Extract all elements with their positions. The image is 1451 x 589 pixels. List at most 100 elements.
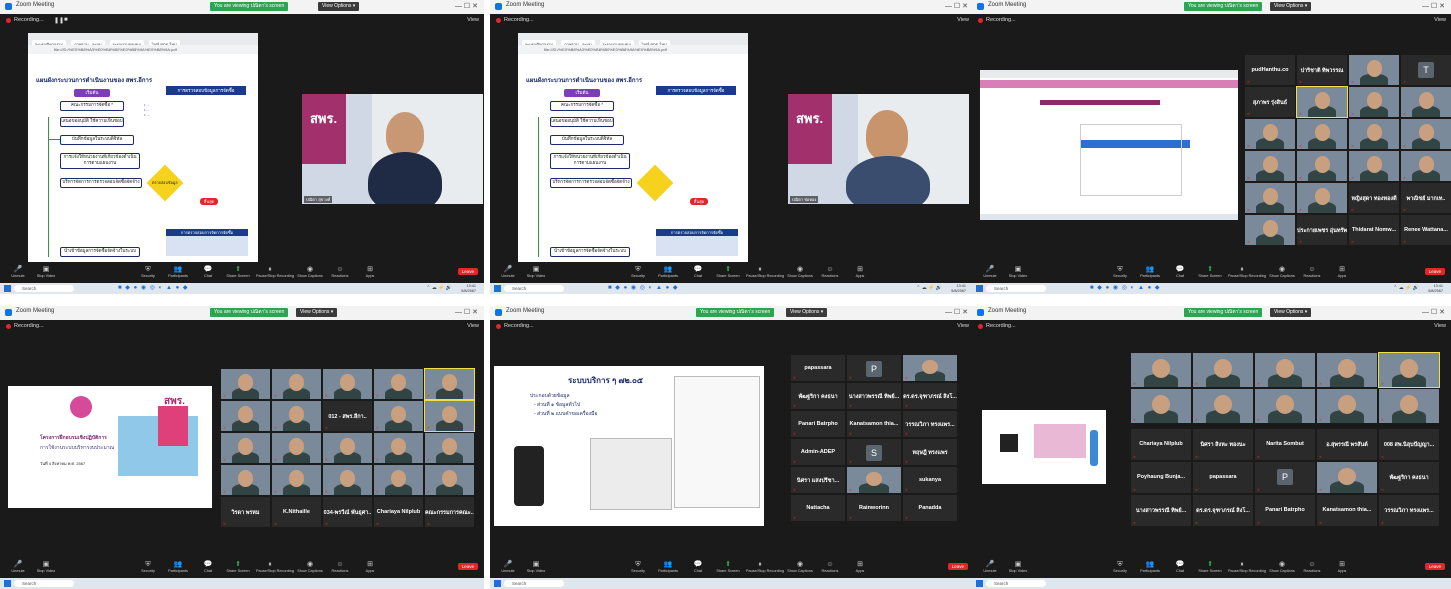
- participant-tile[interactable]: สุภาพร รุ่งสินธ์ ✕: [1244, 86, 1296, 118]
- participant-tile[interactable]: ✕: [1400, 150, 1451, 182]
- participant-tile[interactable]: ✕: [1254, 388, 1316, 424]
- participant-tile[interactable]: 034-พรวีณ์ พันธุศา.. ✕: [322, 496, 373, 528]
- participants-button[interactable]: 👥 Participants: [654, 560, 682, 574]
- participant-tile[interactable]: T ✕: [1400, 54, 1451, 86]
- participant-tile[interactable]: Nattacha ✕: [790, 494, 846, 522]
- windows-start-icon[interactable]: [494, 285, 501, 292]
- taskbar-search[interactable]: Search: [504, 285, 564, 292]
- taskbar-search[interactable]: Search: [14, 580, 74, 587]
- participant-tile[interactable]: ✕: [322, 368, 373, 400]
- captions-button[interactable]: ◉ Show Captions: [1268, 265, 1296, 279]
- participant-tile[interactable]: Kanatsamon thia... ✕: [846, 410, 902, 438]
- taskbar-apps[interactable]: ■ ◆ ● ◉ ◎ ◐ ▲ ● ◆: [608, 285, 678, 292]
- participant-tile[interactable]: ✕: [322, 432, 373, 464]
- participant-tile[interactable]: ✕: [1378, 388, 1440, 424]
- participant-tile[interactable]: Chariaya Nilplub ✕: [1130, 428, 1192, 461]
- participant-tile[interactable]: ✕: [1296, 118, 1348, 150]
- share-screen-button[interactable]: ⬆ Share Screen: [714, 560, 742, 574]
- reactions-button[interactable]: ☺ Reactions: [1298, 560, 1326, 574]
- captions-button[interactable]: ◉ Show Captions: [296, 560, 324, 574]
- apps-button[interactable]: ⊞ Apps: [356, 265, 384, 279]
- windows-start-icon[interactable]: [976, 285, 983, 292]
- reactions-button[interactable]: ☺ Reactions: [1298, 265, 1326, 279]
- participant-tile[interactable]: ✕: [373, 432, 424, 464]
- participant-tile[interactable]: ดร.ดร.จุฑาภรณ์ สิงโ... ✕: [1192, 494, 1254, 527]
- participant-tile[interactable]: ✕: [1316, 352, 1378, 388]
- participant-tile[interactable]: Panadda ✕: [902, 494, 958, 522]
- view-options-button[interactable]: View Options ▾: [318, 2, 360, 11]
- address-bar[interactable]: file:///D:/%E0%B8%A3%E0%B8%B0%E0%B8%9A%E…: [518, 45, 748, 54]
- participant-tile[interactable]: หญิงสุดา ทองทองดี ✕: [1348, 182, 1400, 214]
- share-screen-button[interactable]: ⬆ Share Screen: [1196, 560, 1224, 574]
- participant-tile[interactable]: sukanya ✕: [902, 466, 958, 494]
- captions-button[interactable]: ◉ Show Captions: [1268, 560, 1296, 574]
- participant-tile[interactable]: P ✕: [1254, 461, 1316, 494]
- participant-tile[interactable]: ✕: [220, 432, 271, 464]
- security-button[interactable]: ⛨ Security: [134, 265, 162, 279]
- leave-button[interactable]: Leave: [947, 563, 968, 570]
- participant-tile[interactable]: ✕: [424, 432, 475, 464]
- view-options-button[interactable]: View Options ▾: [1270, 308, 1312, 317]
- share-screen-button[interactable]: ⬆ Share Screen: [1196, 265, 1224, 279]
- participant-tile[interactable]: ✕: [1316, 388, 1378, 424]
- participant-tile[interactable]: ✕: [1244, 118, 1296, 150]
- video-button[interactable]: ▣ Stop Video: [32, 265, 60, 279]
- apps-button[interactable]: ⊞ Apps: [1328, 265, 1356, 279]
- window-controls[interactable]: — ☐ ✕: [1422, 308, 1445, 317]
- participant-tile[interactable]: ✕: [846, 466, 902, 494]
- share-screen-button[interactable]: ⬆ Share Screen: [224, 265, 252, 279]
- view-button[interactable]: View: [467, 17, 479, 23]
- participant-tile[interactable]: ✕: [1348, 86, 1400, 118]
- address-bar[interactable]: file:///D:/%E0%B8%A3%E0%B8%B0%E0%B8%9A%E…: [28, 45, 258, 54]
- taskbar-search[interactable]: Search: [504, 580, 564, 587]
- taskbar-search[interactable]: Search: [986, 285, 1046, 292]
- form-fields[interactable]: [1080, 124, 1182, 196]
- participant-tile[interactable]: Poyhaung Bunja... ✕: [1130, 461, 1192, 494]
- participant-tile[interactable]: ✕: [1296, 150, 1348, 182]
- participant-tile[interactable]: ✕: [322, 464, 373, 496]
- participant-tile[interactable]: P ✕: [846, 354, 902, 382]
- participant-tile[interactable]: คณะกรรมการคณะ... ✕: [424, 496, 475, 528]
- apps-button[interactable]: ⊞ Apps: [846, 560, 874, 574]
- participant-tile[interactable]: pudHanthu.co ✕: [1244, 54, 1296, 86]
- participants-button[interactable]: 👥 Participants: [1136, 265, 1164, 279]
- system-tray[interactable]: ⌃ ☁ ⚡ 🔊: [916, 285, 942, 292]
- participant-tile[interactable]: Thidarat Nomw... ✕: [1348, 214, 1400, 246]
- view-options-button[interactable]: View Options ▾: [296, 308, 338, 317]
- windows-start-icon[interactable]: [494, 580, 501, 587]
- recording-button[interactable]: ⏸ Pause/Stop Recording: [1228, 265, 1266, 279]
- participant-tile[interactable]: วิรดา พรหม ✕: [220, 496, 271, 528]
- chat-button[interactable]: 💬 Chat: [194, 265, 222, 279]
- participant-tile[interactable]: ✕: [271, 400, 322, 432]
- leave-button[interactable]: Leave: [1424, 268, 1445, 275]
- participant-tile[interactable]: ✕: [1244, 150, 1296, 182]
- mute-button[interactable]: 🎤 Unmute: [494, 265, 522, 279]
- participant-tile[interactable]: ✕: [1400, 86, 1451, 118]
- participant-tile[interactable]: ✕: [220, 368, 271, 400]
- leave-button[interactable]: Leave: [457, 563, 478, 570]
- participant-tile[interactable]: ✕: [1348, 150, 1400, 182]
- stop-recording-icon[interactable]: ■: [64, 17, 68, 23]
- participant-tile[interactable]: ปาริชาติ ทิพวรรณ ✕: [1296, 54, 1348, 86]
- view-button[interactable]: View: [467, 323, 479, 329]
- participant-tile[interactable]: Panari Batrpho ✕: [1254, 494, 1316, 527]
- view-button[interactable]: View: [957, 323, 969, 329]
- video-button[interactable]: ▣ Stop Video: [32, 560, 60, 574]
- participant-tile[interactable]: ✕: [220, 464, 271, 496]
- participant-tile[interactable]: Panari Batrpho ✕: [790, 410, 846, 438]
- reactions-button[interactable]: ☺ Reactions: [326, 560, 354, 574]
- participant-tile[interactable]: ✕: [1130, 388, 1192, 424]
- chat-button[interactable]: 💬 Chat: [194, 560, 222, 574]
- participants-button[interactable]: 👥 Participants: [164, 265, 192, 279]
- video-button[interactable]: ▣ Stop Video: [1004, 560, 1032, 574]
- video-button[interactable]: ▣ Stop Video: [522, 265, 550, 279]
- participant-tile[interactable]: ✕: [1316, 461, 1378, 494]
- windows-start-icon[interactable]: [4, 285, 11, 292]
- participant-tile[interactable]: K.Nithaille ✕: [271, 496, 322, 528]
- reactions-button[interactable]: ☺ Reactions: [326, 265, 354, 279]
- participant-tile[interactable]: Rainworinn ✕: [846, 494, 902, 522]
- chat-button[interactable]: 💬 Chat: [684, 265, 712, 279]
- participant-tile[interactable]: ✕: [1254, 352, 1316, 388]
- pause-recording-icon[interactable]: ❚❚: [54, 17, 64, 24]
- system-tray[interactable]: ⌃ ☁ ⚡ 🔊: [426, 285, 452, 292]
